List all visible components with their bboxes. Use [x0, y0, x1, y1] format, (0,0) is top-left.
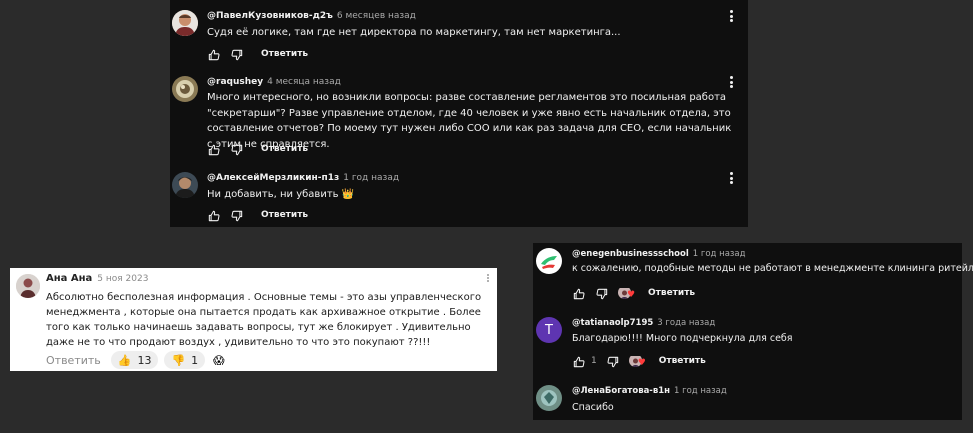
comment-text: Ни добавить, ни убавить 👑 — [207, 189, 355, 200]
reaction-like[interactable]: 👍 13 — [110, 351, 159, 369]
youtube-comments-panel-right: @enegenbusinessschool 1 год назад к сожал… — [533, 243, 973, 420]
comment-actions: 1 ♥ Ответить — [572, 354, 706, 368]
comment-time[interactable]: 1 год назад — [674, 386, 727, 396]
comment-header: @enegenbusinessschool 1 год назад — [572, 249, 746, 259]
comment-author[interactable]: @ЛенаБогатова-в1н — [572, 386, 670, 396]
comment-author[interactable]: @ПавелКузовников-д2ъ — [207, 11, 333, 21]
thumb-up-icon[interactable] — [572, 286, 586, 300]
reply-button[interactable]: Ответить — [46, 354, 101, 367]
more-vert-icon[interactable] — [728, 76, 734, 90]
comment-text: Абсолютно бесполезная информация . Основ… — [46, 292, 482, 348]
more-vert-icon[interactable] — [487, 274, 489, 282]
heart-icon: ♥ — [627, 290, 636, 300]
thumb-down-icon[interactable] — [230, 47, 244, 61]
comment-header: @tatianaolp7195 3 года назад — [572, 318, 715, 328]
like-count: 1 — [591, 356, 597, 366]
comment-text: Спасибо — [572, 402, 614, 413]
comment-header: @raqushey 4 месяца назад — [207, 77, 341, 87]
comment-header: Ана Ана 5 ноя 2023 — [46, 273, 148, 284]
comment-author[interactable]: @tatianaolp7195 — [572, 318, 653, 328]
comment-author[interactable]: Ана Ана — [46, 273, 92, 284]
comment-header: @АлексейМерзликин-п1з 1 год назад — [207, 173, 399, 183]
comment-actions: Ответить 👍 13 👎 1 😱 — [46, 351, 225, 369]
comment-actions: Ответить — [207, 208, 308, 222]
comment-time[interactable]: 5 ноя 2023 — [97, 274, 148, 284]
more-vert-icon[interactable] — [728, 10, 734, 24]
comment-time[interactable]: 4 месяца назад — [267, 77, 341, 87]
comment-actions: Ответить — [207, 142, 308, 156]
reaction-count: 1 — [191, 353, 199, 367]
comment-time[interactable]: 1 год назад — [693, 249, 746, 259]
comment-author[interactable]: @АлексейМерзликин-п1з — [207, 173, 339, 183]
avatar[interactable] — [536, 248, 562, 274]
avatar[interactable] — [536, 385, 562, 411]
comment-text: Благодарю!!!! Много подчеркнула для себя — [572, 333, 793, 344]
reply-button[interactable]: Ответить — [648, 288, 695, 298]
creator-heart: ♥ — [628, 354, 647, 368]
thumb-up-icon[interactable] — [207, 142, 221, 156]
thumb-down-icon[interactable] — [230, 208, 244, 222]
thumb-down-icon[interactable] — [595, 286, 609, 300]
youtube-comments-panel-top: @ПавелКузовников-д2ъ 6 месяцев назад Судя… — [170, 0, 748, 227]
thumb-down-icon[interactable] — [230, 142, 244, 156]
comment-text: к сожалению, подобные методы не работают… — [572, 263, 973, 274]
thumb-up-icon[interactable] — [572, 354, 586, 368]
comment-time[interactable]: 3 года назад — [657, 318, 715, 328]
creator-heart: ♥ — [618, 286, 636, 300]
reply-button[interactable]: Ответить — [261, 49, 308, 59]
avatar[interactable] — [172, 10, 198, 36]
thumb-down-icon: 👎 — [171, 353, 186, 367]
comment-author[interactable]: @raqushey — [207, 77, 263, 87]
reply-button[interactable]: Ответить — [261, 210, 308, 220]
avatar[interactable] — [172, 76, 198, 102]
scream-emoji-icon[interactable]: 😱 — [213, 354, 224, 367]
thumb-up-icon[interactable] — [207, 47, 221, 61]
comment-time[interactable]: 1 год назад — [343, 173, 399, 183]
comment-header: @ЛенаБогатова-в1н 1 год назад — [572, 386, 727, 396]
more-vert-icon[interactable] — [728, 172, 734, 186]
avatar[interactable]: T — [536, 317, 562, 343]
vk-comment-panel: Ана Ана 5 ноя 2023 Абсолютно бесполезная … — [10, 268, 497, 371]
thumb-up-icon[interactable] — [207, 208, 221, 222]
reply-button[interactable]: Ответить — [261, 144, 308, 154]
comment-text: Судя её логике, там где нет директора по… — [207, 27, 621, 38]
reaction-dislike[interactable]: 👎 1 — [164, 351, 206, 369]
avatar[interactable] — [16, 274, 40, 298]
comment-time[interactable]: 6 месяцев назад — [337, 11, 416, 21]
comment-author[interactable]: @enegenbusinessschool — [572, 249, 689, 259]
thumb-up-icon: 👍 — [117, 353, 132, 367]
comment-actions: Ответить — [207, 47, 308, 61]
comment-header: @ПавелКузовников-д2ъ 6 месяцев назад — [207, 11, 416, 21]
comment-actions: ♥ Ответить — [572, 286, 695, 300]
reaction-count: 13 — [137, 353, 152, 367]
reply-button[interactable]: Ответить — [659, 356, 706, 366]
heart-icon: ♥ — [637, 358, 646, 368]
avatar[interactable] — [172, 172, 198, 198]
thumb-down-icon[interactable] — [606, 354, 620, 368]
